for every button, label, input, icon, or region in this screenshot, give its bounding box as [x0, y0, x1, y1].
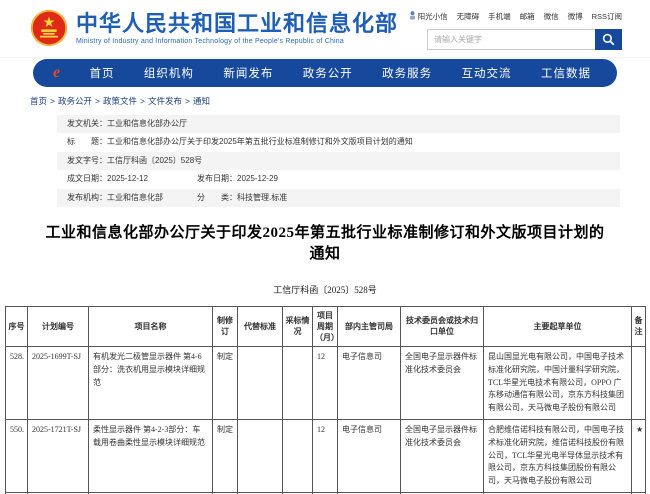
doc-info-row-title: 标 题： 工业和信息化部办公厅关于印发2025年第五批行业标准制修订和外文版项目…: [57, 133, 620, 151]
cell-period: 12: [313, 346, 338, 419]
col-header-remark: 备注: [632, 306, 646, 346]
doc-info-value: 工信厅科函〔2025〕528号: [107, 156, 202, 166]
cell-department: 电子信息司: [338, 419, 401, 492]
breadcrumb-notice[interactable]: 通知: [193, 96, 210, 106]
doc-info-label: 标 题：: [67, 137, 107, 147]
breadcrumb: 首页>政务公开>政策文件>文件发布>通知: [30, 95, 620, 107]
quick-link-mail[interactable]: 邮箱: [520, 11, 535, 22]
table-row: 550. 2025-1721T-SJ 柔性显示器件 第4-2-3部分：车载用卷曲…: [6, 419, 646, 492]
national-emblem-icon: [30, 9, 68, 47]
quick-link-wechat[interactable]: 微信: [544, 11, 559, 22]
site-brand[interactable]: 中华人民共和国工业和信息化部 Ministry of Industry and …: [30, 9, 398, 47]
cell-drafters: 昆山国显光电有限公司，中国电子技术标准化研究院，中国计量科学研究院，TCL华星光…: [484, 346, 632, 419]
cell-department: 电子信息司: [338, 346, 401, 419]
breadcrumb-separator: >: [50, 96, 55, 106]
page-title: 工业和信息化部办公厅关于印发2025年第五批行业标准制修订和外文版项目计划的通知: [40, 221, 610, 263]
search-box: [427, 29, 622, 50]
breadcrumb-home[interactable]: 首页: [30, 96, 47, 106]
col-header-replaced-standard: 代替标准: [238, 306, 283, 346]
cell-drafters: 合肥维信诺科技有限公司，中国电子技术标准化研究院，维信诺科技股份有限公司，TCL…: [484, 419, 632, 492]
cell-type: 制定: [213, 346, 238, 419]
quick-links: 阳光小信 无障碍 手机端 邮箱 微信 微博 RSS订阅: [409, 11, 622, 22]
doc-info-row-issuing-office: 发文机关： 工业和信息化部办公厅: [57, 115, 620, 133]
cell-committee: 全国电子显示器件标准化技术委员会: [401, 419, 484, 492]
cell-project-name: 有机发光二极管显示器件 第4-6部分：洗衣机用显示模块详细规范: [89, 346, 213, 419]
doc-info-label: 发文机关：: [67, 119, 107, 129]
nav-item-gov-service[interactable]: 政务服务: [382, 65, 432, 81]
cell-committee: 全国电子显示器件标准化技术委员会: [401, 346, 484, 419]
standards-plan-table: 序号 计划编号 项目名称 制修订 代替标准 采标情况 项目周期（月） 部内主管司…: [5, 306, 646, 494]
site-title-en: Ministry of Industry and Information Tec…: [76, 38, 398, 45]
quick-link-rss[interactable]: RSS订阅: [592, 11, 622, 22]
doc-info-table: 发文机关： 工业和信息化部办公厅 标 题： 工业和信息化部办公厅关于印发2025…: [57, 115, 620, 207]
search-icon: [602, 33, 615, 46]
cell-adoption: [283, 346, 313, 419]
breadcrumb-separator: >: [185, 96, 190, 106]
main-nav: e 首页 组织机构 新闻发布 政务公开 政务服务 互动交流 工信数据: [33, 59, 617, 87]
quick-link-weibo[interactable]: 微博: [568, 11, 583, 22]
cell-remark: ★: [632, 419, 646, 492]
doc-info-value: 科技管理.标准: [237, 193, 287, 203]
col-header-department: 部内主管司局: [338, 306, 401, 346]
cell-type: 制定: [213, 419, 238, 492]
doc-info-value: 工业和信息化部办公厅: [107, 119, 187, 129]
cell-plan-no: 2025-1721T-SJ: [28, 419, 89, 492]
quick-link-mobile[interactable]: 手机端: [488, 11, 511, 22]
doc-info-label: 成文日期：: [67, 174, 107, 184]
doc-info-row-dates: 成文日期： 2025-12-12 发布日期： 2025-12-29: [57, 170, 620, 188]
person-icon: [409, 11, 416, 20]
col-header-project-name: 项目名称: [89, 306, 213, 346]
cell-replaced-standard: [238, 346, 283, 419]
nav-item-data[interactable]: 工信数据: [541, 65, 591, 81]
doc-info-row-publisher: 发布机构： 工业和信息化部 分 类： 科技管理.标准: [57, 189, 620, 207]
doc-info-label: 发文字号：: [67, 156, 107, 166]
nav-item-news[interactable]: 新闻发布: [223, 65, 273, 81]
doc-info-value: 2025-12-29: [237, 174, 278, 184]
doc-info-value: 工业和信息化部: [107, 193, 163, 203]
breadcrumb-policy-docs[interactable]: 政策文件: [103, 96, 137, 106]
nav-item-gov-open[interactable]: 政务公开: [303, 65, 353, 81]
breadcrumb-separator: >: [95, 96, 100, 106]
col-header-seq: 序号: [6, 306, 28, 346]
col-header-type: 制修订: [213, 306, 238, 346]
col-header-committee: 技术委员会或技术归口单位: [401, 306, 484, 346]
table-header-row: 序号 计划编号 项目名称 制修订 代替标准 采标情况 项目周期（月） 部内主管司…: [6, 306, 646, 346]
breadcrumb-separator: >: [140, 96, 145, 106]
doc-number: 工信厅科函〔2025〕528号: [0, 283, 650, 296]
cell-seq: 528.: [6, 346, 28, 419]
site-header: 中华人民共和国工业和信息化部 Ministry of Industry and …: [0, 0, 650, 58]
doc-info-label: 发布日期：: [197, 174, 237, 184]
doc-info-value: 工业和信息化部办公厅关于印发2025年第五批行业标准制修订和外文版项目计划的通知: [107, 137, 413, 147]
doc-info-label: 发布机构：: [67, 193, 107, 203]
col-header-period: 项目周期（月）: [313, 306, 338, 346]
nav-item-home[interactable]: 首页: [90, 65, 115, 81]
breadcrumb-gov-open[interactable]: 政务公开: [58, 96, 92, 106]
cell-period: 12: [313, 419, 338, 492]
doc-info-label: 分 类：: [197, 193, 237, 203]
site-title: 中华人民共和国工业和信息化部: [76, 11, 398, 36]
quick-link-accessibility[interactable]: 无障碍: [457, 11, 480, 22]
nav-item-organization[interactable]: 组织机构: [144, 65, 194, 81]
quick-link-sunshine[interactable]: 阳光小信: [409, 11, 448, 22]
doc-info-row-doc-number: 发文字号： 工信厅科函〔2025〕528号: [57, 152, 620, 170]
nav-item-interaction[interactable]: 互动交流: [462, 65, 512, 81]
col-header-drafters: 主要起草单位: [484, 306, 632, 346]
doc-info-value: 2025-12-12: [107, 174, 148, 184]
cell-adoption: [283, 419, 313, 492]
breadcrumb-doc-release[interactable]: 文件发布: [148, 96, 182, 106]
nav-e-logo-icon[interactable]: e: [53, 65, 60, 81]
cell-plan-no: 2025-1699T-SJ: [28, 346, 89, 419]
col-header-plan-no: 计划编号: [28, 306, 89, 346]
cell-seq: 550.: [6, 419, 28, 492]
search-input[interactable]: [427, 29, 595, 50]
cell-replaced-standard: [238, 419, 283, 492]
table-row: 528. 2025-1699T-SJ 有机发光二极管显示器件 第4-6部分：洗衣…: [6, 346, 646, 419]
cell-project-name: 柔性显示器件 第4-2-3部分：车载用卷曲柔性显示模块详细规范: [89, 419, 213, 492]
cell-remark: [632, 346, 646, 419]
col-header-adoption: 采标情况: [283, 306, 313, 346]
search-button[interactable]: [595, 29, 622, 50]
